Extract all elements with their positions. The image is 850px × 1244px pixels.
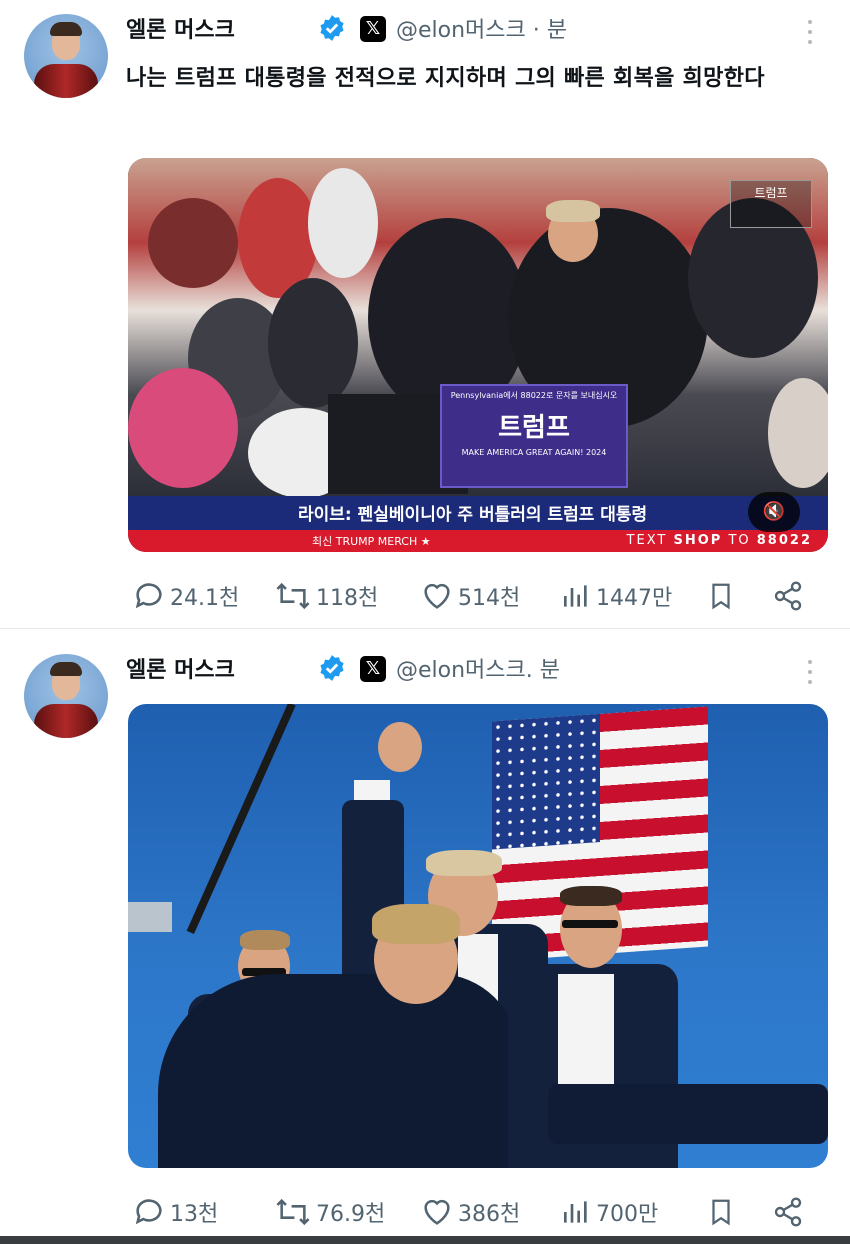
views-button[interactable]: 1447만 bbox=[560, 576, 672, 616]
repost-button[interactable]: 118천 bbox=[274, 576, 378, 616]
ticker-right-text: TEXT SHOP TO 88022 bbox=[626, 533, 812, 548]
reply-icon bbox=[135, 1199, 162, 1225]
ticker-left-text: 최신 TRUMP MERCH ★ bbox=[312, 535, 431, 548]
avatar[interactable] bbox=[24, 14, 108, 98]
tweet-1[interactable]: 엘론 머스크 𝕏 @elon머스크 · 분 나는 트럼프 대통령을 전적으로 지… bbox=[0, 0, 850, 628]
channel-logo: 트럼프 bbox=[730, 180, 812, 228]
more-options-icon[interactable] bbox=[800, 14, 820, 54]
rally-photo: Pennsylvania에서 88022로 문자를 보내십시오 트럼프 MAKE… bbox=[128, 158, 828, 498]
news-lower-third: 라이브: 펜실베이니아 주 버틀러의 트럼프 대통령 bbox=[128, 496, 828, 530]
tweet-actions: 24.1천 118천 514천 1447만 bbox=[132, 576, 812, 616]
views-count: 700만 bbox=[596, 1202, 659, 1227]
share-icon[interactable] bbox=[772, 1196, 804, 1228]
tweet-media-photo[interactable] bbox=[128, 704, 828, 1168]
views-icon bbox=[564, 585, 587, 607]
tweet-text: 나는 트럼프 대통령을 전적으로 지지하며 그의 빠른 회복을 희망한다 bbox=[126, 66, 765, 91]
repost-count: 118천 bbox=[316, 586, 379, 611]
author-name[interactable]: 엘론 머스크 bbox=[126, 652, 235, 684]
repost-count: 76.9천 bbox=[316, 1202, 386, 1227]
reply-icon bbox=[135, 583, 162, 609]
share-icon[interactable] bbox=[772, 580, 804, 612]
news-ticker: 최신 TRUMP MERCH ★ TEXT SHOP TO 88022 bbox=[128, 530, 828, 552]
heart-icon bbox=[424, 1199, 450, 1225]
podium-sign: Pennsylvania에서 88022로 문자를 보내십시오 트럼프 MAKE… bbox=[440, 384, 628, 488]
reply-button[interactable]: 24.1천 bbox=[132, 576, 239, 616]
bookmark-icon[interactable] bbox=[706, 580, 736, 612]
reply-count: 24.1천 bbox=[170, 586, 240, 611]
reply-count: 13천 bbox=[170, 1202, 219, 1227]
x-logo-icon: 𝕏 bbox=[360, 656, 386, 682]
author-handle[interactable]: @elon머스크 · 분 bbox=[396, 12, 567, 44]
repost-icon bbox=[276, 1198, 310, 1226]
like-button[interactable]: 514천 bbox=[420, 576, 520, 616]
reply-button[interactable]: 13천 bbox=[132, 1192, 218, 1232]
tweet-media-video[interactable]: Pennsylvania에서 88022로 문자를 보내십시오 트럼프 MAKE… bbox=[128, 158, 828, 552]
repost-icon bbox=[276, 582, 310, 610]
more-options-icon[interactable] bbox=[800, 654, 820, 694]
views-icon bbox=[564, 1201, 587, 1223]
mute-icon[interactable]: 🔇 bbox=[748, 492, 800, 532]
verified-badge-icon bbox=[320, 655, 344, 681]
tweet-actions: 13천 76.9천 386천 700만 bbox=[132, 1192, 812, 1232]
bookmark-icon[interactable] bbox=[706, 1196, 736, 1228]
author-name[interactable]: 엘론 머스크 bbox=[126, 12, 235, 44]
avatar[interactable] bbox=[24, 654, 108, 738]
bottom-strip bbox=[0, 1236, 850, 1244]
like-button[interactable]: 386천 bbox=[420, 1192, 520, 1232]
author-handle[interactable]: @elon머스크. 분 bbox=[396, 652, 560, 684]
views-button[interactable]: 700만 bbox=[560, 1192, 658, 1232]
repost-button[interactable]: 76.9천 bbox=[274, 1192, 385, 1232]
lower-third-text: 라이브: 펜실베이니아 주 버틀러의 트럼프 대통령 bbox=[298, 505, 648, 525]
like-count: 514천 bbox=[458, 586, 521, 611]
x-logo-icon: 𝕏 bbox=[360, 16, 386, 42]
views-count: 1447만 bbox=[596, 586, 673, 611]
like-count: 386천 bbox=[458, 1202, 521, 1227]
verified-badge-icon bbox=[320, 15, 344, 41]
tweet-2[interactable]: 엘론 머스크 𝕏 @elon머스크. 분 13천 76.9천 386천 700만 bbox=[0, 640, 850, 1236]
heart-icon bbox=[424, 583, 450, 609]
